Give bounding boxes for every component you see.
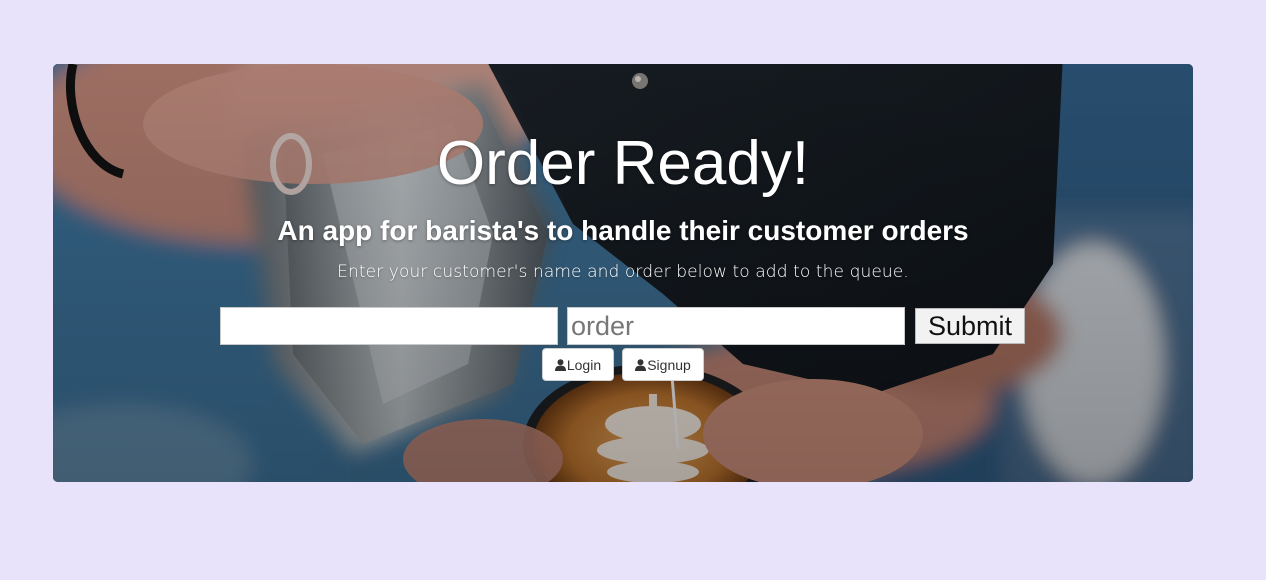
- user-icon: [554, 358, 566, 371]
- auth-buttons: Login Signup: [542, 348, 704, 382]
- signup-label: Signup: [647, 356, 691, 373]
- submit-button[interactable]: Submit: [915, 308, 1025, 344]
- page: Order Ready! An app for barista's to han…: [0, 0, 1266, 580]
- hero-jumbotron: Order Ready! An app for barista's to han…: [53, 64, 1193, 482]
- order-input[interactable]: [567, 307, 905, 345]
- user-icon: [635, 358, 647, 371]
- login-label: Login: [566, 356, 602, 373]
- page-title: Order Ready!: [436, 129, 810, 198]
- signup-button[interactable]: Signup: [622, 348, 704, 381]
- order-form: Submit: [220, 307, 1030, 347]
- hero-content: Order Ready! An app for barista's to han…: [53, 64, 1193, 482]
- customer-name-input[interactable]: [220, 307, 558, 345]
- instructions-text: Enter your customer's name and order bel…: [337, 262, 909, 282]
- login-button[interactable]: Login: [542, 348, 614, 381]
- page-subtitle: An app for barista's to handle their cus…: [277, 215, 969, 246]
